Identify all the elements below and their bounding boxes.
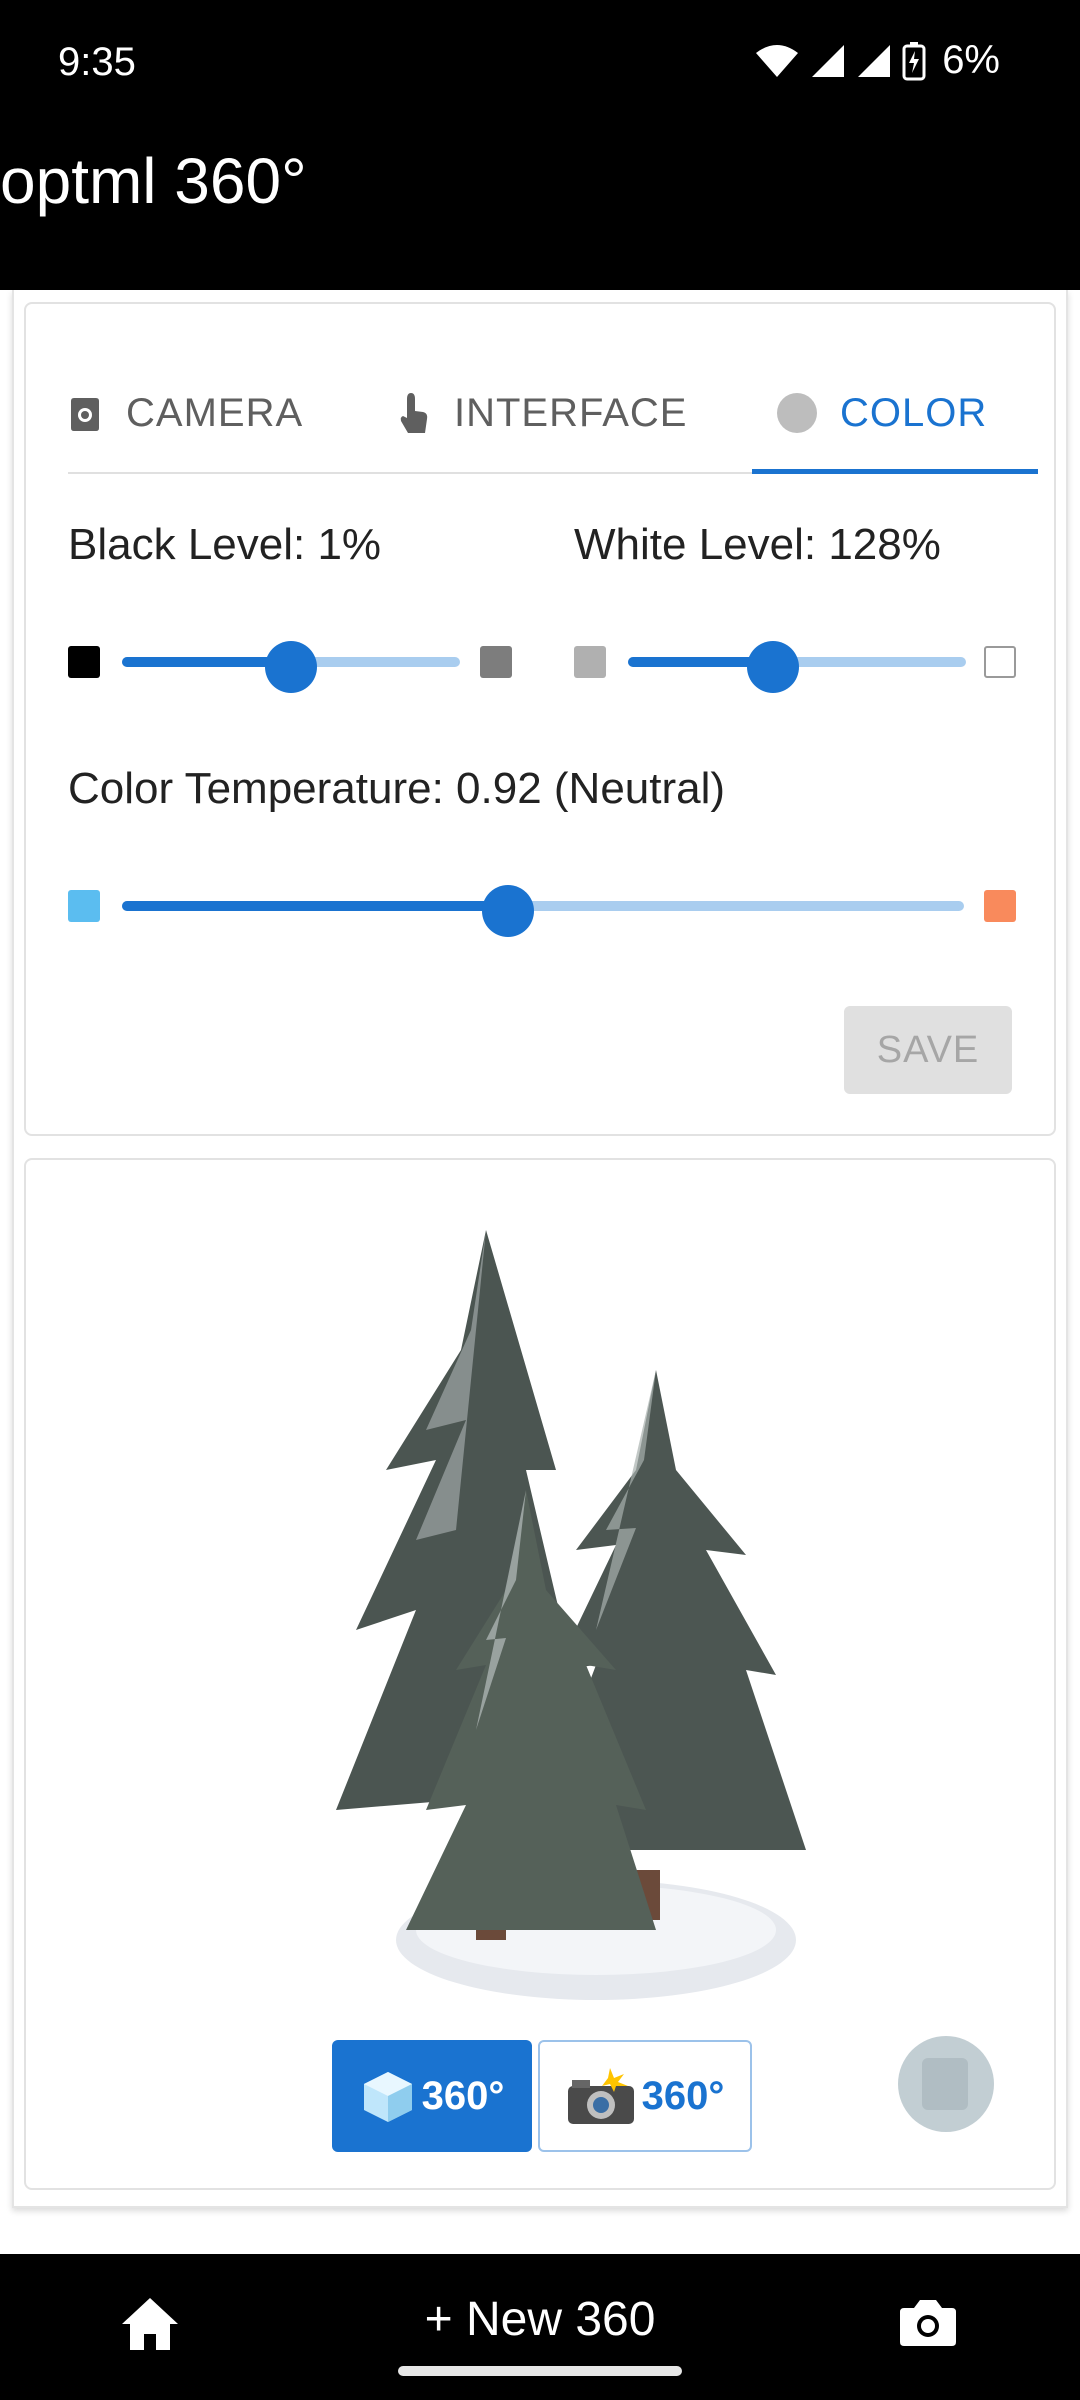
black-level-label: Black Level: 1% bbox=[68, 520, 382, 569]
nav-camera-button[interactable] bbox=[898, 2296, 958, 2353]
status-icons: 6% bbox=[754, 38, 1000, 83]
viewer-rotate-handle[interactable] bbox=[898, 2036, 994, 2132]
bottom-nav: + New 360 bbox=[0, 2254, 1080, 2400]
settings-card: CAMERA INTERFACE COLOR Black Level: 1% W… bbox=[24, 302, 1056, 1136]
battery-charging-icon bbox=[902, 41, 926, 80]
slider-track[interactable] bbox=[122, 885, 964, 937]
signal-icon bbox=[812, 44, 845, 77]
tab-label: INTERFACE bbox=[454, 390, 688, 435]
status-time: 9:35 bbox=[58, 40, 136, 84]
cube-icon bbox=[922, 2058, 968, 2110]
slider-thumb[interactable] bbox=[265, 641, 317, 693]
wifi-icon bbox=[756, 44, 799, 77]
slider-fill bbox=[122, 901, 508, 911]
tab-interface[interactable]: INTERFACE bbox=[394, 352, 687, 474]
slider-track[interactable] bbox=[122, 641, 460, 693]
black-level-slider[interactable] bbox=[68, 641, 512, 693]
black-swatch bbox=[68, 646, 100, 678]
product-image[interactable] bbox=[326, 1210, 866, 2010]
white-level-slider[interactable] bbox=[574, 641, 1018, 693]
mode-label: 360° bbox=[421, 2073, 505, 2118]
circle-icon bbox=[777, 393, 817, 433]
tab-label: CAMERA bbox=[126, 390, 304, 435]
slider-thumb[interactable] bbox=[747, 641, 799, 693]
camera-icon bbox=[71, 398, 99, 431]
ice-cube-icon bbox=[363, 2072, 412, 2122]
gray-swatch bbox=[480, 646, 512, 678]
gesture-bar bbox=[398, 2366, 682, 2376]
viewer-card[interactable]: 360° 360° bbox=[24, 1158, 1056, 2190]
color-temperature-label: Color Temperature: 0.92 (Neutral) bbox=[68, 764, 726, 813]
status-bar: 9:35 6% bbox=[0, 0, 1080, 130]
camera-flash-icon bbox=[567, 2068, 634, 2124]
app-bar: optml 360° bbox=[0, 130, 1080, 290]
360-view-button[interactable]: 360° bbox=[332, 2040, 532, 2152]
light-gray-swatch bbox=[574, 646, 606, 678]
slider-track[interactable] bbox=[628, 641, 966, 693]
warm-swatch bbox=[984, 890, 1016, 922]
slider-thumb[interactable] bbox=[482, 885, 534, 937]
settings-tabs: CAMERA INTERFACE COLOR bbox=[68, 352, 1038, 474]
camera-icon bbox=[900, 2300, 956, 2346]
white-swatch bbox=[984, 646, 1016, 678]
cool-swatch bbox=[68, 890, 100, 922]
signal-icon bbox=[858, 44, 891, 77]
white-level-label: White Level: 128% bbox=[574, 520, 941, 569]
save-button[interactable]: SAVE bbox=[844, 1006, 1012, 1094]
battery-percent: 6% bbox=[942, 38, 1000, 82]
app-title: optml 360° bbox=[0, 145, 307, 217]
active-tab-indicator bbox=[752, 469, 1038, 474]
360-capture-button[interactable]: 360° bbox=[538, 2040, 752, 2152]
tab-label: COLOR bbox=[840, 390, 988, 435]
tab-color[interactable]: COLOR bbox=[776, 352, 987, 474]
mode-label: 360° bbox=[641, 2073, 725, 2118]
tab-camera[interactable]: CAMERA bbox=[68, 352, 303, 474]
touch-icon bbox=[400, 393, 428, 433]
color-temperature-slider[interactable] bbox=[68, 885, 1018, 937]
